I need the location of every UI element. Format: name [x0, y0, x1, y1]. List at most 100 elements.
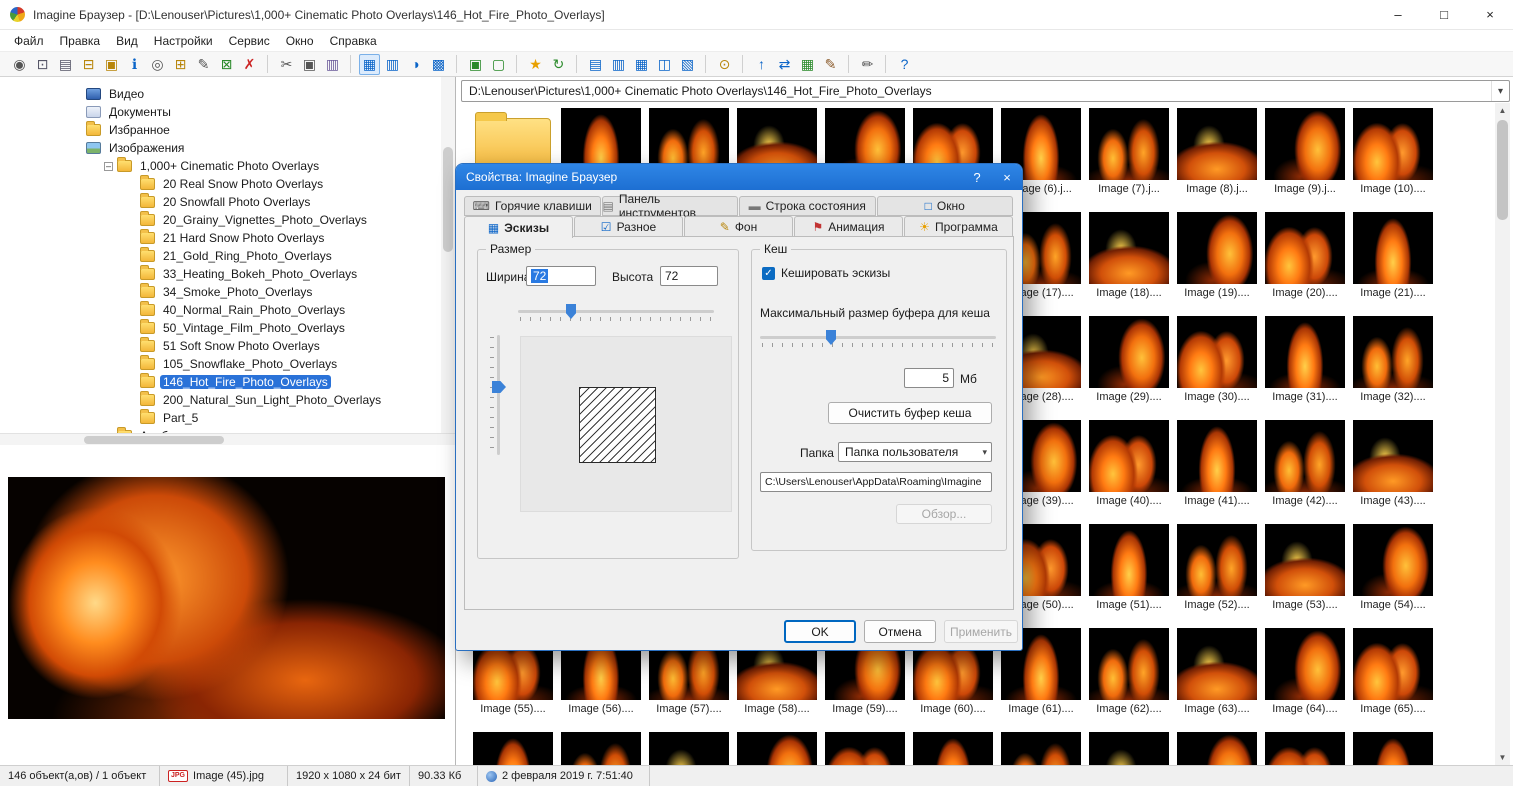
- view-columns-icon[interactable]: ▥: [608, 54, 629, 75]
- thumbnail[interactable]: Image (65)....: [1349, 628, 1437, 728]
- rename-icon[interactable]: ✎: [193, 54, 214, 75]
- dialog-title-bar[interactable]: Свойства: Imagine Браузер ? ×: [456, 164, 1022, 190]
- preview-pane-icon[interactable]: ◉: [9, 54, 30, 75]
- tree-item[interactable]: Part_5: [0, 409, 441, 427]
- recycle-bin-icon[interactable]: ⊠: [216, 54, 237, 75]
- thumbnail[interactable]: Image (70)....: [821, 732, 909, 765]
- scroll-down-icon[interactable]: ▼: [1495, 750, 1510, 765]
- tab-Разное[interactable]: ☑ Разное: [574, 216, 683, 237]
- image-convert-icon[interactable]: ▣: [465, 54, 486, 75]
- ok-button[interactable]: OK: [784, 620, 856, 643]
- browse-button[interactable]: Обзор...: [896, 504, 992, 524]
- view-filmstrip-icon[interactable]: ▧: [677, 54, 698, 75]
- edit-image-icon[interactable]: ✏: [857, 54, 878, 75]
- tree-item[interactable]: 20 Real Snow Photo Overlays: [0, 175, 441, 193]
- menu-Файл[interactable]: Файл: [6, 32, 52, 50]
- tree-item[interactable]: 33_Heating_Bokeh_Photo_Overlays: [0, 265, 441, 283]
- file-info-icon[interactable]: ℹ: [124, 54, 145, 75]
- tree-item[interactable]: 105_Snowflake_Photo_Overlays: [0, 355, 441, 373]
- tree-item[interactable]: Изображения: [0, 139, 441, 157]
- thumbnail[interactable]: Image (64)....: [1261, 628, 1349, 728]
- thumbnail[interactable]: Image (72)....: [997, 732, 1085, 765]
- address-dropdown-button[interactable]: ▾: [1491, 81, 1509, 101]
- tree-item[interactable]: Документы: [0, 103, 441, 121]
- refresh-icon[interactable]: ↻: [548, 54, 569, 75]
- menu-Справка[interactable]: Справка: [322, 32, 385, 50]
- tree-item[interactable]: 40_Normal_Rain_Photo_Overlays: [0, 301, 441, 319]
- menu-Правка[interactable]: Правка: [52, 32, 109, 50]
- thumbnail[interactable]: Image (75)....: [1261, 732, 1349, 765]
- tree-item[interactable]: 34_Smoke_Photo_Overlays: [0, 283, 441, 301]
- thumbnail[interactable]: Image (21)....: [1349, 212, 1437, 312]
- buffer-size-input[interactable]: 5: [904, 368, 954, 388]
- delete-icon[interactable]: ✗: [239, 54, 260, 75]
- menu-Настройки[interactable]: Настройки: [146, 32, 221, 50]
- password-icon[interactable]: ⊙: [714, 54, 735, 75]
- tab-Программа[interactable]: ☀ Программа: [904, 216, 1013, 237]
- tree-item[interactable]: 20 Snowfall Photo Overlays: [0, 193, 441, 211]
- tree-vertical-scrollbar[interactable]: [441, 77, 455, 433]
- thumbnail[interactable]: Image (10)....: [1349, 108, 1437, 208]
- preview-image[interactable]: [8, 477, 445, 719]
- tree-horizontal-scrollbar[interactable]: [0, 433, 455, 445]
- size-vslider-thumb[interactable]: [492, 381, 506, 393]
- tree-item[interactable]: Видео: [0, 85, 441, 103]
- thumbnail[interactable]: Image (41)....: [1173, 420, 1261, 520]
- tree-item[interactable]: 21 Hard Snow Photo Overlays: [0, 229, 441, 247]
- size-slider[interactable]: [518, 302, 714, 322]
- tab-Фон[interactable]: ✎ Фон: [684, 216, 793, 237]
- thumbnail[interactable]: Image (20)....: [1261, 212, 1349, 312]
- new-folder-icon[interactable]: ⊞: [170, 54, 191, 75]
- cut-icon[interactable]: ✂: [276, 54, 297, 75]
- minimize-button[interactable]: –: [1375, 0, 1421, 30]
- thumbnail[interactable]: Image (29)....: [1085, 316, 1173, 416]
- favorites-icon[interactable]: ★: [525, 54, 546, 75]
- thumbnail[interactable]: Image (9).j...: [1261, 108, 1349, 208]
- cache-thumbnails-checkbox[interactable]: ✓ Кешировать эскизы: [762, 266, 890, 280]
- width-input[interactable]: 72: [526, 266, 596, 286]
- copy-icon[interactable]: ▣: [299, 54, 320, 75]
- browse-folder-icon[interactable]: ⊟: [78, 54, 99, 75]
- cache-folder-path[interactable]: C:\Users\Lenouser\AppData\Roaming\Imagin…: [760, 472, 992, 492]
- tree-item[interactable]: 51 Soft Snow Photo Overlays: [0, 337, 441, 355]
- thumbnail[interactable]: Image (7).j...: [1085, 108, 1173, 208]
- close-button[interactable]: ×: [1467, 0, 1513, 30]
- clear-cache-button[interactable]: Очистить буфер кеша: [828, 402, 992, 424]
- maximize-button[interactable]: □: [1421, 0, 1467, 30]
- grid-scrollbar[interactable]: ▲ ▼: [1495, 103, 1510, 765]
- cache-folder-select[interactable]: Папка пользователя ▾: [838, 442, 992, 462]
- view-pairs-icon[interactable]: ◫: [654, 54, 675, 75]
- view-tiles-icon[interactable]: ▦: [631, 54, 652, 75]
- dialog-help-button[interactable]: ?: [962, 164, 992, 190]
- copy-to-folder-icon[interactable]: ▣: [101, 54, 122, 75]
- scroll-up-icon[interactable]: ▲: [1495, 103, 1510, 118]
- size-slider-vertical[interactable]: [490, 335, 506, 455]
- thumbnail[interactable]: Image (67)....: [557, 732, 645, 765]
- tab-Строка состояния[interactable]: ▬ Строка состояния: [739, 196, 876, 216]
- tree-item[interactable]: 200_Natural_Sun_Light_Photo_Overlays: [0, 391, 441, 409]
- thumbnail[interactable]: Image (42)....: [1261, 420, 1349, 520]
- menu-Вид[interactable]: Вид: [108, 32, 146, 50]
- wallpaper-icon[interactable]: ▦: [797, 54, 818, 75]
- dialog-close-button[interactable]: ×: [992, 164, 1022, 190]
- height-input[interactable]: 72: [660, 266, 718, 286]
- thumbnail[interactable]: Image (66)....: [469, 732, 557, 765]
- help-icon[interactable]: ?: [894, 54, 915, 75]
- view-details-icon[interactable]: ▤: [585, 54, 606, 75]
- thumbnail[interactable]: Image (62)....: [1085, 628, 1173, 728]
- thumbnail[interactable]: Image (68)....: [645, 732, 733, 765]
- address-bar[interactable]: D:\Lenouser\Pictures\1,000+ Cinematic Ph…: [461, 80, 1510, 102]
- settings-edit-icon[interactable]: ✎: [820, 54, 841, 75]
- thumbnail[interactable]: Image (51)....: [1085, 524, 1173, 624]
- thumbnail[interactable]: Image (8).j...: [1173, 108, 1261, 208]
- tab-Горячие клавиши[interactable]: ⌨ Горячие клавиши: [464, 196, 601, 216]
- tab-Эскизы[interactable]: ▦ Эскизы: [464, 216, 573, 238]
- view-list-icon[interactable]: ▥: [382, 54, 403, 75]
- menu-Окно[interactable]: Окно: [278, 32, 322, 50]
- tab-Окно[interactable]: □ Окно: [876, 196, 1013, 216]
- thumbnail[interactable]: Image (73)....: [1085, 732, 1173, 765]
- capture-icon[interactable]: ◎: [147, 54, 168, 75]
- tree-item[interactable]: 50_Vintage_Film_Photo_Overlays: [0, 319, 441, 337]
- tree-item[interactable]: 146_Hot_Fire_Photo_Overlays: [0, 373, 441, 391]
- tree-expander-icon[interactable]: –: [104, 161, 113, 171]
